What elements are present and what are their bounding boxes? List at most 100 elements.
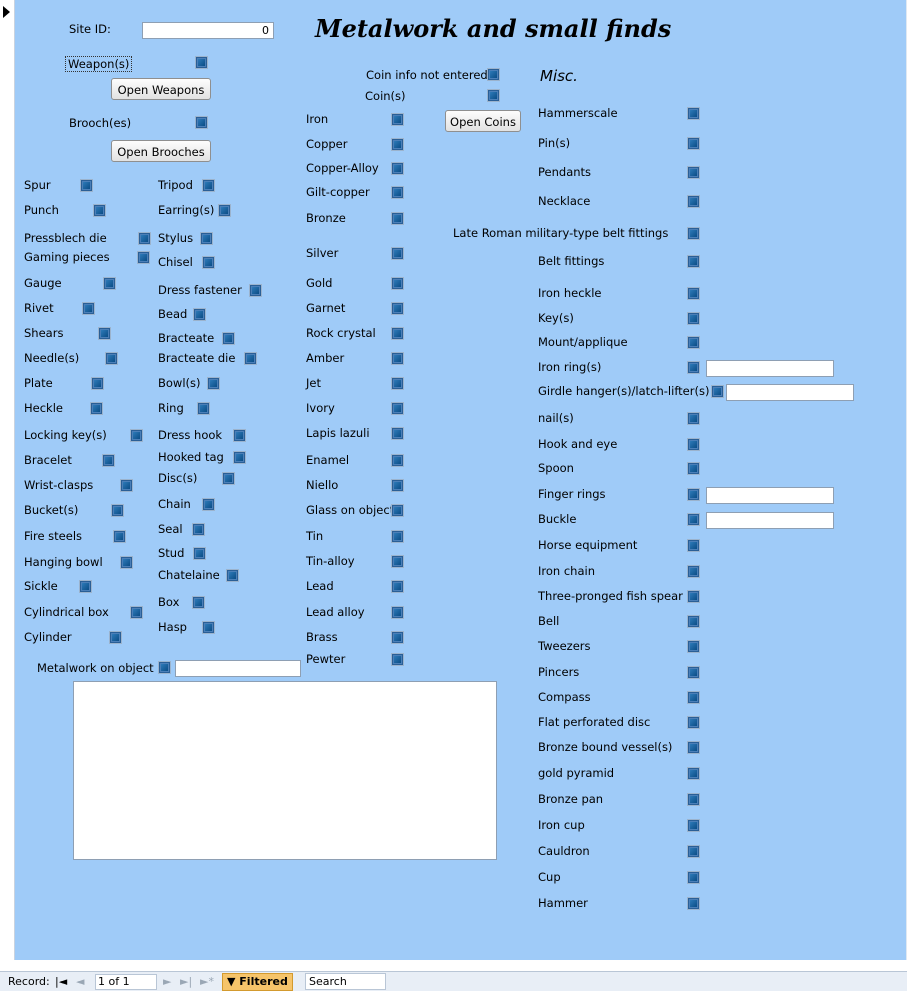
checkbox-flat-perforated-disc[interactable] [687, 716, 700, 729]
checkbox-spoon[interactable] [687, 462, 700, 475]
field-iron-ring-s[interactable] [706, 360, 834, 377]
checkbox-gauge[interactable] [103, 277, 116, 290]
checkbox-cauldron[interactable] [687, 845, 700, 858]
checkbox-iron-chain[interactable] [687, 565, 700, 578]
checkbox-lead[interactable] [391, 580, 404, 593]
checkbox-sickle[interactable] [79, 580, 92, 593]
checkbox-wrist-clasps[interactable] [120, 479, 133, 492]
checkbox-chain[interactable] [202, 498, 215, 511]
checkbox-pressblech-die[interactable] [138, 232, 151, 245]
checkbox-spur[interactable] [80, 179, 93, 192]
checkbox-tweezers[interactable] [687, 640, 700, 653]
checkbox-bracteate-die[interactable] [244, 352, 257, 365]
checkbox-cylindrical-box[interactable] [130, 606, 143, 619]
current-record-field[interactable]: 1 of 1 [95, 974, 157, 990]
checkbox-disc-s[interactable] [222, 472, 235, 485]
checkbox-plate[interactable] [91, 377, 104, 390]
previous-record-button[interactable]: ◄ [76, 975, 84, 988]
checkbox-needle-s[interactable] [105, 352, 118, 365]
field-finger-rings[interactable] [706, 487, 834, 504]
checkbox-heckle[interactable] [90, 402, 103, 415]
checkbox-brass[interactable] [391, 631, 404, 644]
checkbox-jet[interactable] [391, 377, 404, 390]
new-record-button[interactable]: ►* [200, 975, 214, 988]
field-girdle-hanger-s-latch-lifter-s[interactable] [726, 384, 854, 401]
checkbox-box[interactable] [192, 596, 205, 609]
checkbox-hook-and-eye[interactable] [687, 438, 700, 451]
weapons-checkbox[interactable] [195, 56, 208, 69]
checkbox-bracteate[interactable] [222, 332, 235, 345]
checkbox-three-pronged-fish-spear[interactable] [687, 590, 700, 603]
checkbox-hooked-tag[interactable] [233, 451, 246, 464]
checkbox-bowl-s[interactable] [207, 377, 220, 390]
checkbox-pin-s[interactable] [687, 137, 700, 150]
checkbox-garnet[interactable] [391, 302, 404, 315]
coin-info-checkbox[interactable] [487, 68, 500, 81]
checkbox-iron-ring-s[interactable] [687, 361, 700, 374]
checkbox-buckle[interactable] [687, 513, 700, 526]
checkbox-mount-applique[interactable] [687, 336, 700, 349]
checkbox-stylus[interactable] [200, 232, 213, 245]
checkbox-niello[interactable] [391, 479, 404, 492]
checkbox-gold-pyramid[interactable] [687, 767, 700, 780]
checkbox-locking-key-s[interactable] [130, 429, 143, 442]
checkbox-bracelet[interactable] [102, 454, 115, 467]
checkbox-late-roman-military-type-belt-fittings[interactable] [687, 227, 700, 240]
checkbox-dress-fastener[interactable] [249, 284, 262, 297]
checkbox-pewter[interactable] [391, 653, 404, 666]
checkbox-bronze[interactable] [391, 212, 404, 225]
checkbox-belt-fittings[interactable] [687, 255, 700, 268]
checkbox-bronze-bound-vessel-s[interactable] [687, 741, 700, 754]
open-brooches-button[interactable]: Open Brooches [111, 140, 211, 162]
checkbox-dress-hook[interactable] [233, 429, 246, 442]
checkbox-finger-rings[interactable] [687, 488, 700, 501]
checkbox-lapis-lazuli[interactable] [391, 427, 404, 440]
record-selector[interactable] [0, 0, 15, 960]
checkbox-key-s[interactable] [687, 312, 700, 325]
checkbox-rock-crystal[interactable] [391, 327, 404, 340]
checkbox-hammer[interactable] [687, 897, 700, 910]
checkbox-bell[interactable] [687, 615, 700, 628]
checkbox-punch[interactable] [93, 204, 106, 217]
metalwork-on-object-field[interactable] [175, 660, 301, 677]
first-record-button[interactable]: |◄ [55, 975, 67, 988]
checkbox-pendants[interactable] [687, 166, 700, 179]
checkbox-necklace[interactable] [687, 195, 700, 208]
checkbox-chatelaine[interactable] [226, 569, 239, 582]
search-box[interactable]: Search [305, 973, 386, 990]
checkbox-chisel[interactable] [202, 256, 215, 269]
open-weapons-button[interactable]: Open Weapons [111, 78, 211, 100]
checkbox-cup[interactable] [687, 871, 700, 884]
checkbox-gold[interactable] [391, 277, 404, 290]
checkbox-gaming-pieces[interactable] [137, 251, 150, 264]
checkbox-iron-cup[interactable] [687, 819, 700, 832]
checkbox-seal[interactable] [192, 523, 205, 536]
checkbox-fire-steels[interactable] [113, 530, 126, 543]
field-buckle[interactable] [706, 512, 834, 529]
checkbox-bucket-s[interactable] [111, 504, 124, 517]
checkbox-tin-alloy[interactable] [391, 555, 404, 568]
checkbox-copper[interactable] [391, 138, 404, 151]
brooches-checkbox[interactable] [195, 116, 208, 129]
checkbox-iron-heckle[interactable] [687, 287, 700, 300]
checkbox-bronze-pan[interactable] [687, 793, 700, 806]
open-coins-button[interactable]: Open Coins [445, 110, 521, 132]
notes-memo-field[interactable] [73, 681, 497, 860]
checkbox-pincers[interactable] [687, 666, 700, 679]
checkbox-enamel[interactable] [391, 454, 404, 467]
checkbox-iron[interactable] [391, 113, 404, 126]
checkbox-shears[interactable] [98, 327, 111, 340]
next-record-button[interactable]: ► [163, 975, 171, 988]
metalwork-on-object-checkbox[interactable] [158, 661, 171, 674]
checkbox-tin[interactable] [391, 530, 404, 543]
checkbox-rivet[interactable] [82, 302, 95, 315]
checkbox-cylinder[interactable] [109, 631, 122, 644]
checkbox-hanging-bowl[interactable] [120, 556, 133, 569]
checkbox-girdle-hanger-s-latch-lifter-s[interactable] [711, 385, 724, 398]
checkbox-nail-s[interactable] [687, 412, 700, 425]
checkbox-hasp[interactable] [202, 621, 215, 634]
checkbox-ivory[interactable] [391, 402, 404, 415]
checkbox-silver[interactable] [391, 247, 404, 260]
site-id-field[interactable]: 0 [142, 22, 274, 39]
coins-checkbox[interactable] [487, 89, 500, 102]
